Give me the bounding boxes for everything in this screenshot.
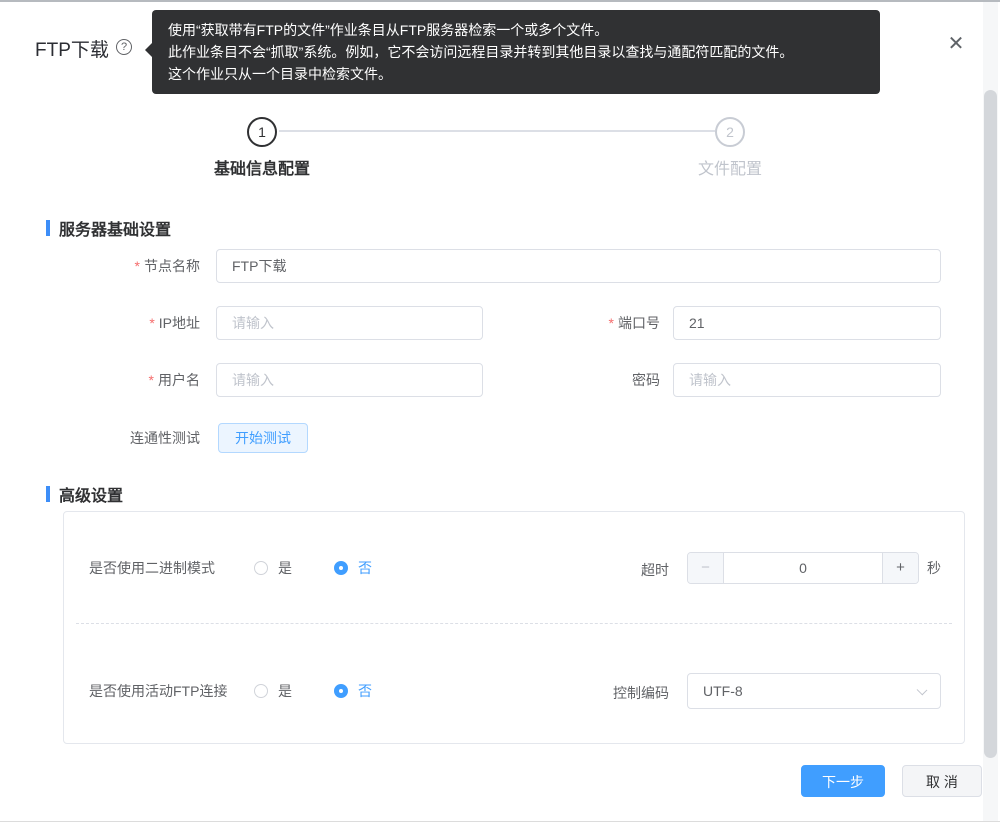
step-1-circle: 1 bbox=[247, 117, 277, 147]
binary-mode-label: 是否使用二进制模式 bbox=[89, 558, 254, 578]
section-accent-bar bbox=[46, 220, 50, 236]
connectivity-label: 连通性测试 bbox=[0, 421, 200, 455]
password-label: 密码 bbox=[520, 363, 660, 397]
start-test-button[interactable]: 开始测试 bbox=[218, 423, 308, 453]
cancel-button[interactable]: 取 消 bbox=[902, 765, 982, 797]
active-ftp-row: 是否使用活动FTP连接 是 否 bbox=[89, 674, 372, 708]
required-mark: * bbox=[149, 315, 154, 331]
minus-button[interactable]: − bbox=[688, 553, 724, 583]
tooltip-arrow-icon bbox=[145, 43, 152, 57]
node-name-label: *节点名称 bbox=[0, 249, 200, 283]
timeout-label: 超时 bbox=[529, 560, 669, 580]
required-mark: * bbox=[149, 372, 154, 388]
stepper-connector bbox=[279, 130, 715, 132]
encoding-select[interactable]: UTF-8 bbox=[687, 673, 941, 709]
page-title: FTP下载 bbox=[35, 35, 109, 62]
active-ftp-radio-yes[interactable]: 是 bbox=[254, 681, 292, 701]
tooltip-line: 使用“获取带有FTP的文件”作业条目从FTP服务器检索一个或多个文件。 bbox=[168, 19, 864, 41]
port-input[interactable] bbox=[673, 306, 941, 340]
step-2-label: 文件配置 bbox=[640, 155, 820, 179]
binary-mode-radio-yes[interactable]: 是 bbox=[254, 558, 292, 578]
port-label: *端口号 bbox=[520, 306, 660, 340]
timeout-value[interactable]: 0 bbox=[724, 553, 882, 583]
radio-checked-icon[interactable] bbox=[334, 684, 348, 698]
chevron-down-icon bbox=[917, 685, 928, 696]
active-ftp-label: 是否使用活动FTP连接 bbox=[89, 681, 254, 701]
help-tooltip: 使用“获取带有FTP的文件”作业条目从FTP服务器检索一个或多个文件。 此作业条… bbox=[152, 10, 880, 94]
timeout-stepper: − 0 + bbox=[687, 552, 919, 584]
password-input[interactable] bbox=[673, 363, 941, 397]
username-input[interactable] bbox=[216, 363, 483, 397]
ftp-download-dialog: FTP下载 ? ✕ 使用“获取带有FTP的文件”作业条目从FTP服务器检索一个或… bbox=[0, 0, 1000, 822]
active-ftp-radio-no[interactable]: 否 bbox=[334, 681, 372, 701]
binary-mode-radio-no[interactable]: 否 bbox=[334, 558, 372, 578]
help-icon[interactable]: ? bbox=[116, 39, 132, 55]
encoding-label: 控制编码 bbox=[529, 683, 669, 703]
plus-button[interactable]: + bbox=[882, 553, 918, 583]
node-name-input[interactable] bbox=[216, 249, 941, 283]
username-label: *用户名 bbox=[0, 363, 200, 397]
section-accent-bar bbox=[46, 486, 50, 502]
required-mark: * bbox=[135, 258, 140, 274]
radio-checked-icon[interactable] bbox=[334, 561, 348, 575]
timeout-unit: 秒 bbox=[927, 552, 941, 584]
close-icon[interactable]: ✕ bbox=[944, 32, 968, 56]
server-section-header: 服务器基础设置 bbox=[46, 216, 171, 240]
ip-input[interactable] bbox=[216, 306, 483, 340]
radio-unchecked-icon[interactable] bbox=[254, 684, 268, 698]
ip-label: *IP地址 bbox=[0, 306, 200, 340]
scrollbar-thumb[interactable] bbox=[984, 90, 997, 758]
radio-unchecked-icon[interactable] bbox=[254, 561, 268, 575]
tooltip-line: 此作业条目不会“抓取”系统。例如，它不会访问远程目录并转到其他目录以查找与通配符… bbox=[168, 41, 864, 63]
required-mark: * bbox=[609, 315, 614, 331]
step-2-circle: 2 bbox=[715, 117, 745, 147]
next-step-button[interactable]: 下一步 bbox=[801, 765, 885, 797]
binary-mode-row: 是否使用二进制模式 是 否 bbox=[89, 551, 372, 585]
advanced-section-title: 高级设置 bbox=[59, 482, 123, 506]
advanced-settings-panel: 是否使用二进制模式 是 否 超时 − 0 + 秒 是否使用活动FTP连接 是 bbox=[63, 511, 965, 744]
tooltip-line: 这个作业只从一个目录中检索文件。 bbox=[168, 63, 864, 85]
server-section-title: 服务器基础设置 bbox=[59, 216, 171, 240]
step-1-label: 基础信息配置 bbox=[172, 155, 352, 179]
advanced-section-header: 高级设置 bbox=[46, 482, 123, 506]
encoding-value: UTF-8 bbox=[703, 683, 743, 699]
divider bbox=[76, 623, 952, 624]
